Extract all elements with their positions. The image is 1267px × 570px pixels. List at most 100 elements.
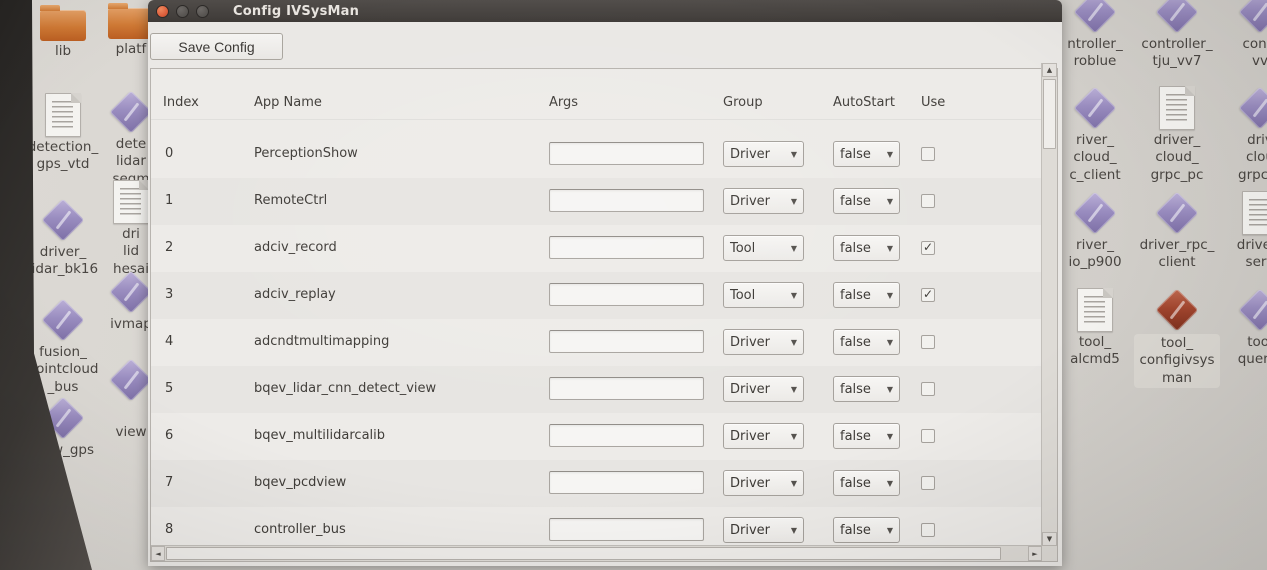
app-table-frame: Index App Name Args Group AutoStart Use …	[150, 68, 1058, 562]
args-input[interactable]	[549, 471, 704, 494]
group-dropdown[interactable]: Driver ▼	[723, 376, 804, 402]
vertical-scroll-thumb[interactable]	[1043, 79, 1056, 149]
diamond-icon	[1238, 288, 1267, 332]
table-row: 0 PerceptionShow Driver ▼ false ▼	[151, 131, 1041, 178]
use-checkbox[interactable]	[921, 429, 935, 443]
table-row: 3 adciv_replay Tool ▼ false ▼	[151, 272, 1041, 319]
header-args: Args	[549, 95, 578, 110]
vertical-scrollbar[interactable]: ▲ ▼	[1041, 63, 1057, 546]
autostart-dropdown[interactable]: false ▼	[833, 141, 900, 167]
scroll-left-icon[interactable]: ◄	[151, 546, 165, 561]
maximize-button[interactable]	[196, 5, 209, 18]
row-index: 4	[165, 334, 173, 349]
header-group: Group	[723, 95, 763, 110]
group-dropdown[interactable]: Driver ▼	[723, 470, 804, 496]
chevron-down-icon: ▼	[791, 432, 797, 441]
row-index: 8	[165, 522, 173, 537]
app-name: bqev_multilidarcalib	[254, 428, 385, 443]
autostart-value: false	[840, 523, 871, 538]
window-titlebar[interactable]: Config IVSysMan	[148, 0, 1062, 22]
autostart-value: false	[840, 335, 871, 350]
minimize-button[interactable]	[176, 5, 189, 18]
use-checkbox[interactable]	[921, 523, 935, 537]
group-dropdown[interactable]: Driver ▼	[723, 141, 804, 167]
desktop-icon-driver-serv[interactable]: driver_ serv	[1212, 191, 1267, 272]
args-input[interactable]	[549, 424, 704, 447]
desktop-icon-driver-rpc-client[interactable]: driver_rpc_ client	[1129, 191, 1225, 272]
args-input[interactable]	[549, 330, 704, 353]
use-checkbox[interactable]	[921, 288, 935, 302]
autostart-dropdown[interactable]: false ▼	[833, 376, 900, 402]
args-input[interactable]	[549, 377, 704, 400]
args-input[interactable]	[549, 283, 704, 306]
group-value: Driver	[730, 194, 770, 209]
row-index: 7	[165, 475, 173, 490]
desktop-icon-controller-tju-vv7[interactable]: controller_ tju_vv7	[1129, 0, 1225, 71]
config-ivsysman-window: Config IVSysMan Save Config Index App Na…	[148, 0, 1062, 566]
group-value: Tool	[730, 288, 755, 303]
diamond-icon	[1073, 191, 1117, 235]
save-config-button[interactable]: Save Config	[150, 33, 283, 60]
close-button[interactable]	[156, 5, 169, 18]
use-checkbox[interactable]	[921, 382, 935, 396]
diamond-icon	[1238, 86, 1267, 130]
table-row: 7 bqev_pcdview Driver ▼ false ▼	[151, 460, 1041, 507]
desktop-icon-controller-vv[interactable]: contr vv	[1212, 0, 1267, 71]
icon-label-selected: tool_ configivsys man	[1134, 334, 1219, 388]
autostart-dropdown[interactable]: false ▼	[833, 235, 900, 261]
desktop-icon-driver-cloud-grpc-pc[interactable]: driver_ cloud_ grpc_pc	[1129, 86, 1225, 184]
use-checkbox[interactable]	[921, 147, 935, 161]
autostart-dropdown[interactable]: false ▼	[833, 423, 900, 449]
diamond-icon	[109, 270, 153, 314]
diamond-icon	[41, 198, 85, 242]
desktop-icon-driver-cloud-grpc-s[interactable]: driv clou grpc_s	[1212, 86, 1267, 184]
group-dropdown[interactable]: Tool ▼	[723, 235, 804, 261]
group-value: Driver	[730, 147, 770, 162]
icon-label: controller_ tju_vv7	[1129, 36, 1225, 71]
chevron-down-icon: ▼	[791, 338, 797, 347]
autostart-dropdown[interactable]: false ▼	[833, 470, 900, 496]
group-dropdown[interactable]: Driver ▼	[723, 423, 804, 449]
horizontal-scrollbar[interactable]: ◄ ►	[151, 545, 1042, 561]
app-name: adciv_replay	[254, 287, 336, 302]
use-checkbox[interactable]	[921, 335, 935, 349]
chevron-down-icon: ▼	[791, 244, 797, 253]
group-dropdown[interactable]: Driver ▼	[723, 188, 804, 214]
autostart-dropdown[interactable]: false ▼	[833, 282, 900, 308]
group-value: Driver	[730, 429, 770, 444]
scroll-up-icon[interactable]: ▲	[1042, 63, 1057, 77]
scroll-down-icon[interactable]: ▼	[1042, 532, 1057, 546]
chevron-down-icon: ▼	[887, 479, 893, 488]
use-checkbox[interactable]	[921, 476, 935, 490]
args-input[interactable]	[549, 518, 704, 541]
document-icon	[1159, 86, 1195, 130]
chevron-down-icon: ▼	[791, 479, 797, 488]
document-icon	[1242, 191, 1267, 235]
icon-label: contr vv	[1212, 36, 1267, 71]
group-dropdown[interactable]: Driver ▼	[723, 517, 804, 543]
app-name: PerceptionShow	[254, 146, 358, 161]
autostart-value: false	[840, 382, 871, 397]
horizontal-scroll-thumb[interactable]	[166, 547, 1001, 560]
autostart-dropdown[interactable]: false ▼	[833, 329, 900, 355]
header-use: Use	[921, 95, 945, 110]
use-checkbox[interactable]	[921, 194, 935, 208]
scroll-right-icon[interactable]: ►	[1028, 546, 1042, 561]
args-input[interactable]	[549, 236, 704, 259]
desktop-icon-tool-configivsysman[interactable]: tool_ configivsys man	[1129, 288, 1225, 388]
table-row: 4 adcndtmultimapping Driver ▼ false ▼	[151, 319, 1041, 366]
autostart-dropdown[interactable]: false ▼	[833, 517, 900, 543]
autostart-dropdown[interactable]: false ▼	[833, 188, 900, 214]
group-value: Driver	[730, 523, 770, 538]
chevron-down-icon: ▼	[791, 291, 797, 300]
diamond-icon	[109, 90, 153, 134]
app-name: bqev_lidar_cnn_detect_view	[254, 381, 436, 396]
use-checkbox[interactable]	[921, 241, 935, 255]
group-dropdown[interactable]: Driver ▼	[723, 329, 804, 355]
args-input[interactable]	[549, 189, 704, 212]
args-input[interactable]	[549, 142, 704, 165]
diamond-icon	[1155, 191, 1199, 235]
icon-label: driv clou grpc_s	[1212, 132, 1267, 184]
group-dropdown[interactable]: Tool ▼	[723, 282, 804, 308]
desktop-icon-tool-queryr[interactable]: tool queryr	[1212, 288, 1267, 369]
